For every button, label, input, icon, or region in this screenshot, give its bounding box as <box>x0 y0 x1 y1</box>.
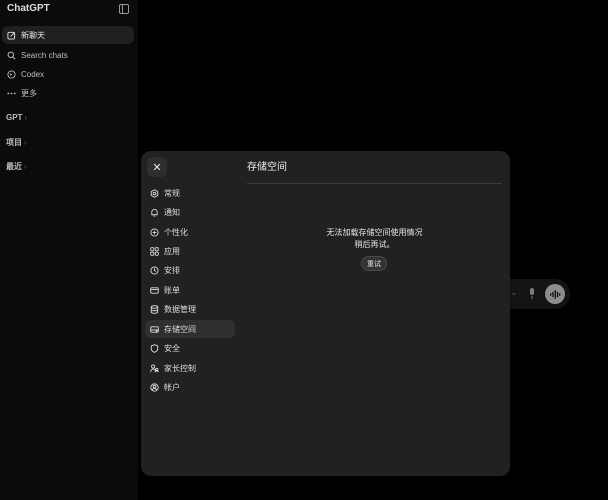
more-icon <box>7 92 16 94</box>
menu-label: 安排 <box>164 265 180 275</box>
section-label: GPT <box>6 113 23 122</box>
chevron-right-icon: › <box>24 164 27 171</box>
menu-label: 数据管理 <box>164 304 196 314</box>
error-line: 稍后再试。 <box>354 240 395 249</box>
search-icon <box>7 51 16 59</box>
section-label: 项目 <box>6 138 22 147</box>
settings-menu-notifications[interactable]: 通知 <box>145 203 235 221</box>
settings-menu-storage[interactable]: 存储空间 <box>145 320 235 338</box>
billing-icon <box>150 286 159 294</box>
sidebar-section-projects[interactable]: 项目 › <box>6 137 26 148</box>
edit-icon <box>7 31 16 40</box>
settings-menu-billing[interactable]: 账单 <box>145 281 235 299</box>
menu-label: 家长控制 <box>164 363 196 373</box>
settings-menu-account[interactable]: 帐户 <box>145 378 235 396</box>
apps-icon <box>150 246 159 256</box>
menu-label: 应用 <box>164 246 180 256</box>
codex-icon <box>7 69 16 79</box>
menu-label: 通知 <box>164 207 180 217</box>
sidebar-item-more[interactable]: 更多 <box>2 84 134 102</box>
menu-label: 个性化 <box>164 227 188 237</box>
menu-label: 存储空间 <box>164 324 196 334</box>
sidebar-item-new-chat[interactable]: 新聊天 <box>2 26 134 44</box>
schedule-icon <box>150 265 159 275</box>
bell-icon <box>151 208 158 217</box>
sidebar-item-label: 新聊天 <box>21 30 45 40</box>
storage-error-message: 无法加载存储空间使用情况 稍后再试。 <box>247 227 502 251</box>
sidebar-section-recent[interactable]: 最近 › <box>6 161 26 172</box>
sidebar-item-label: 更多 <box>21 88 37 98</box>
sidebar-toggle-icon[interactable] <box>118 2 130 14</box>
settings-menu-data-controls[interactable]: 数据管理 <box>145 300 235 318</box>
settings-menu-parental-controls[interactable]: 家长控制 <box>145 359 235 377</box>
chevron-right-icon: › <box>24 115 27 122</box>
chevron-right-icon: › <box>24 140 27 147</box>
sidebar-item-label: Search chats <box>21 50 68 60</box>
sidebar-item-search-chats[interactable]: Search chats <box>2 46 134 64</box>
personalize-icon <box>150 227 159 237</box>
menu-label: 帐户 <box>164 382 180 392</box>
close-icon: ✕ <box>152 161 162 174</box>
sidebar-section-gpt[interactable]: GPT › <box>6 113 27 122</box>
divider <box>247 183 502 184</box>
shield-icon <box>150 343 159 353</box>
settings-modal: ✕ 常规 通知 个性化 应用 安排 账单 数据管理 存储空间 安全 家长控制 帐… <box>141 151 510 476</box>
settings-menu-security[interactable]: 安全 <box>145 339 235 357</box>
settings-page-title: 存储空间 <box>247 162 287 173</box>
sidebar: ChatGPT 新聊天 Search chats Codex 更多 GPT › 项… <box>0 0 138 500</box>
app-title: ChatGPT <box>7 3 50 14</box>
menu-label: 常规 <box>164 188 180 198</box>
sidebar-item-label: Codex <box>21 69 45 79</box>
storage-icon <box>150 325 159 333</box>
menu-label: 安全 <box>164 343 180 353</box>
gear-icon <box>150 188 159 198</box>
section-label: 最近 <box>6 162 22 171</box>
settings-menu-personalization[interactable]: 个性化 <box>145 223 235 241</box>
parental-icon <box>150 363 159 372</box>
retry-button[interactable]: 重试 <box>361 256 387 271</box>
database-icon <box>150 304 159 314</box>
settings-menu-general[interactable]: 常规 <box>145 184 235 202</box>
error-line: 无法加载存储空间使用情况 <box>326 228 423 237</box>
menu-label: 账单 <box>164 285 180 295</box>
account-icon <box>150 382 159 392</box>
close-button[interactable]: ✕ <box>147 157 167 177</box>
settings-menu-apps[interactable]: 应用 <box>145 242 235 260</box>
sidebar-item-codex[interactable]: Codex <box>2 65 134 83</box>
settings-menu-schedules[interactable]: 安排 <box>145 261 235 279</box>
